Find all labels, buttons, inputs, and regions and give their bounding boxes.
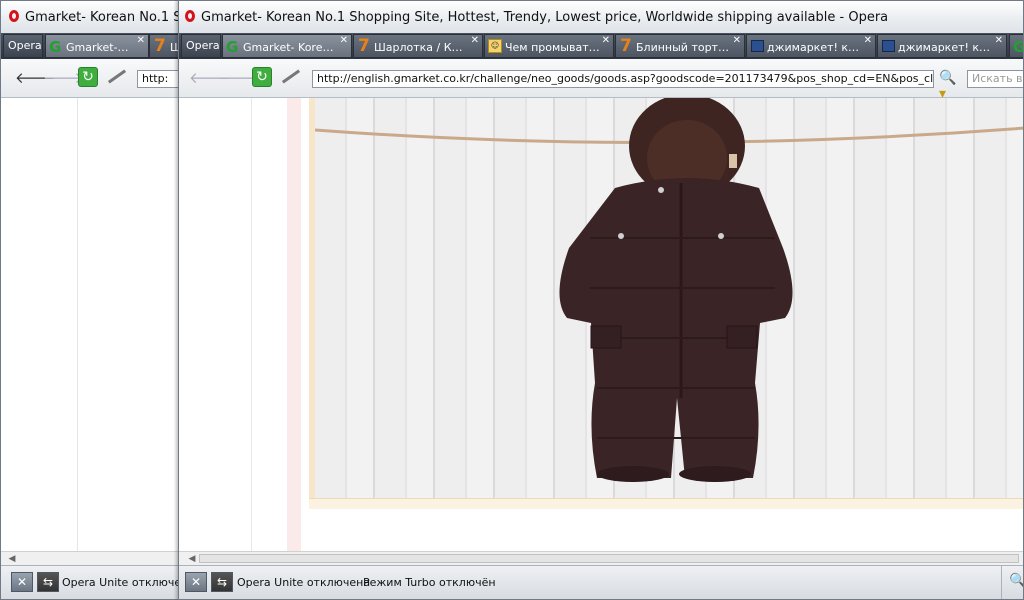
page-column-divider: [251, 98, 252, 552]
seven-favicon-icon: 7: [358, 36, 370, 56]
book-favicon-icon: [751, 40, 764, 52]
tab-close-icon[interactable]: ✕: [733, 35, 741, 46]
scrollbar-thumb[interactable]: [199, 554, 1019, 563]
back-browser-window[interactable]: Gmarket- Korean No.1 S Opera G Gmarket-……: [0, 0, 182, 600]
search-engine-icon[interactable]: 🔍▾: [939, 70, 959, 102]
back-horizontal-scrollbar[interactable]: ◀: [1, 551, 181, 566]
tab-close-icon[interactable]: ✕: [471, 35, 479, 46]
front-title-bar[interactable]: Gmarket- Korean No.1 Shopping Site, Hott…: [179, 1, 1023, 33]
tab-jimarket-1[interactable]: джимаркет! к… ✕: [746, 34, 876, 58]
snowsuit-illustration: [315, 98, 1023, 482]
tab-blinny-tort[interactable]: 7 Блинный торт… ✕: [615, 34, 745, 58]
back-title-bar[interactable]: Gmarket- Korean No.1 S: [1, 1, 181, 33]
gmarket-favicon-icon: G: [1013, 38, 1023, 56]
opera-logo-icon: [185, 10, 195, 22]
back-opera-menu-button[interactable]: Opera: [3, 34, 43, 58]
tab-gmarket[interactable]: G Gmarket- Kore… ✕: [222, 34, 352, 58]
scroll-left-icon[interactable]: ◀: [5, 552, 19, 566]
zoom-icon[interactable]: 🔍: [1009, 573, 1023, 589]
forward-arrow-icon[interactable]: 🡒: [219, 68, 259, 88]
tab-close-icon[interactable]: ✕: [137, 35, 145, 46]
tab-close-icon[interactable]: ✕: [995, 35, 1003, 46]
tab-close-icon[interactable]: ✕: [340, 35, 348, 46]
seven-favicon-icon: 7: [620, 36, 632, 56]
status-bar: ✕ ⇆ Opera Unite отключена Режим Turbo от…: [179, 565, 1023, 599]
product-image[interactable]: [315, 98, 1023, 498]
scroll-left-icon[interactable]: ◀: [185, 552, 199, 566]
front-tab-bar: Opera G Gmarket- Kore… ✕ 7 Шарлотка / К……: [179, 33, 1023, 59]
gmarket-favicon-icon: G: [49, 38, 62, 56]
back-arrow-icon[interactable]: 🡐: [15, 68, 55, 88]
tab-sharlotka[interactable]: 7 Шарлотка / К… ✕: [353, 34, 483, 58]
search-input[interactable]: Искать в Г: [967, 70, 1023, 88]
front-toolbar: 🡐 🡒 ↻ http://english.gmarket.co.kr/chall…: [179, 59, 1023, 102]
unite-status[interactable]: Opera Unite отключена: [237, 576, 370, 589]
address-bar[interactable]: http://english.gmarket.co.kr/challenge/n…: [312, 70, 934, 88]
page-content: [179, 98, 1023, 552]
tab-jimarket-2[interactable]: джимаркет! к… ✕: [877, 34, 1007, 58]
back-tab-gmarket[interactable]: G Gmarket-… ✕: [45, 34, 149, 58]
back-address-bar[interactable]: http:: [137, 70, 181, 88]
page-left-stripe: [287, 98, 301, 552]
tab-partial[interactable]: G: [1009, 34, 1023, 58]
opera-menu-button[interactable]: Opera: [181, 34, 221, 58]
front-browser-window[interactable]: Gmarket- Korean No.1 Shopping Site, Hott…: [178, 0, 1024, 600]
turbo-status[interactable]: Режим Turbo отключён: [363, 576, 496, 589]
back-status-bar: ✕ ⇆ Opera Unite отключена: [1, 565, 181, 599]
back-unite-status[interactable]: Opera Unite отключена: [62, 576, 181, 589]
photo-frame-bottom: [309, 498, 1023, 509]
book-favicon-icon: [882, 40, 895, 52]
back-window-title: Gmarket- Korean No.1 S: [25, 10, 182, 25]
panel-toggle-icon[interactable]: ✕: [185, 572, 207, 592]
page-column-divider: [77, 98, 78, 552]
face-favicon-icon: ☺: [488, 39, 502, 53]
opera-logo-icon: [9, 10, 19, 22]
back-tab-bar: Opera G Gmarket-… ✕ 7 Ш: [1, 33, 181, 59]
tab-chem-promyvat[interactable]: ☺ Чем промыват… ✕: [484, 34, 614, 58]
gmarket-favicon-icon: G: [226, 38, 239, 56]
tab-close-icon[interactable]: ✕: [602, 35, 610, 46]
unite-icon[interactable]: ⇆: [211, 572, 233, 592]
reload-icon[interactable]: ↻: [252, 67, 272, 87]
front-window-title: Gmarket- Korean No.1 Shopping Site, Hott…: [201, 10, 889, 25]
seven-favicon-icon: 7: [154, 36, 166, 56]
forward-arrow-icon[interactable]: 🡒: [43, 68, 83, 88]
reload-icon[interactable]: ↻: [78, 67, 98, 87]
back-page-content: [1, 98, 181, 552]
tab-close-icon[interactable]: ✕: [864, 35, 872, 46]
unite-icon[interactable]: ⇆: [37, 572, 59, 592]
back-arrow-icon[interactable]: 🡐: [189, 68, 229, 88]
horizontal-scrollbar[interactable]: ◀: [179, 551, 1023, 566]
back-toolbar: 🡐 🡒 ↻ http:: [1, 59, 181, 98]
wand-icon[interactable]: [281, 69, 301, 84]
wand-icon[interactable]: [107, 69, 127, 84]
status-divider: [1001, 566, 1002, 599]
panel-toggle-icon[interactable]: ✕: [11, 572, 33, 592]
